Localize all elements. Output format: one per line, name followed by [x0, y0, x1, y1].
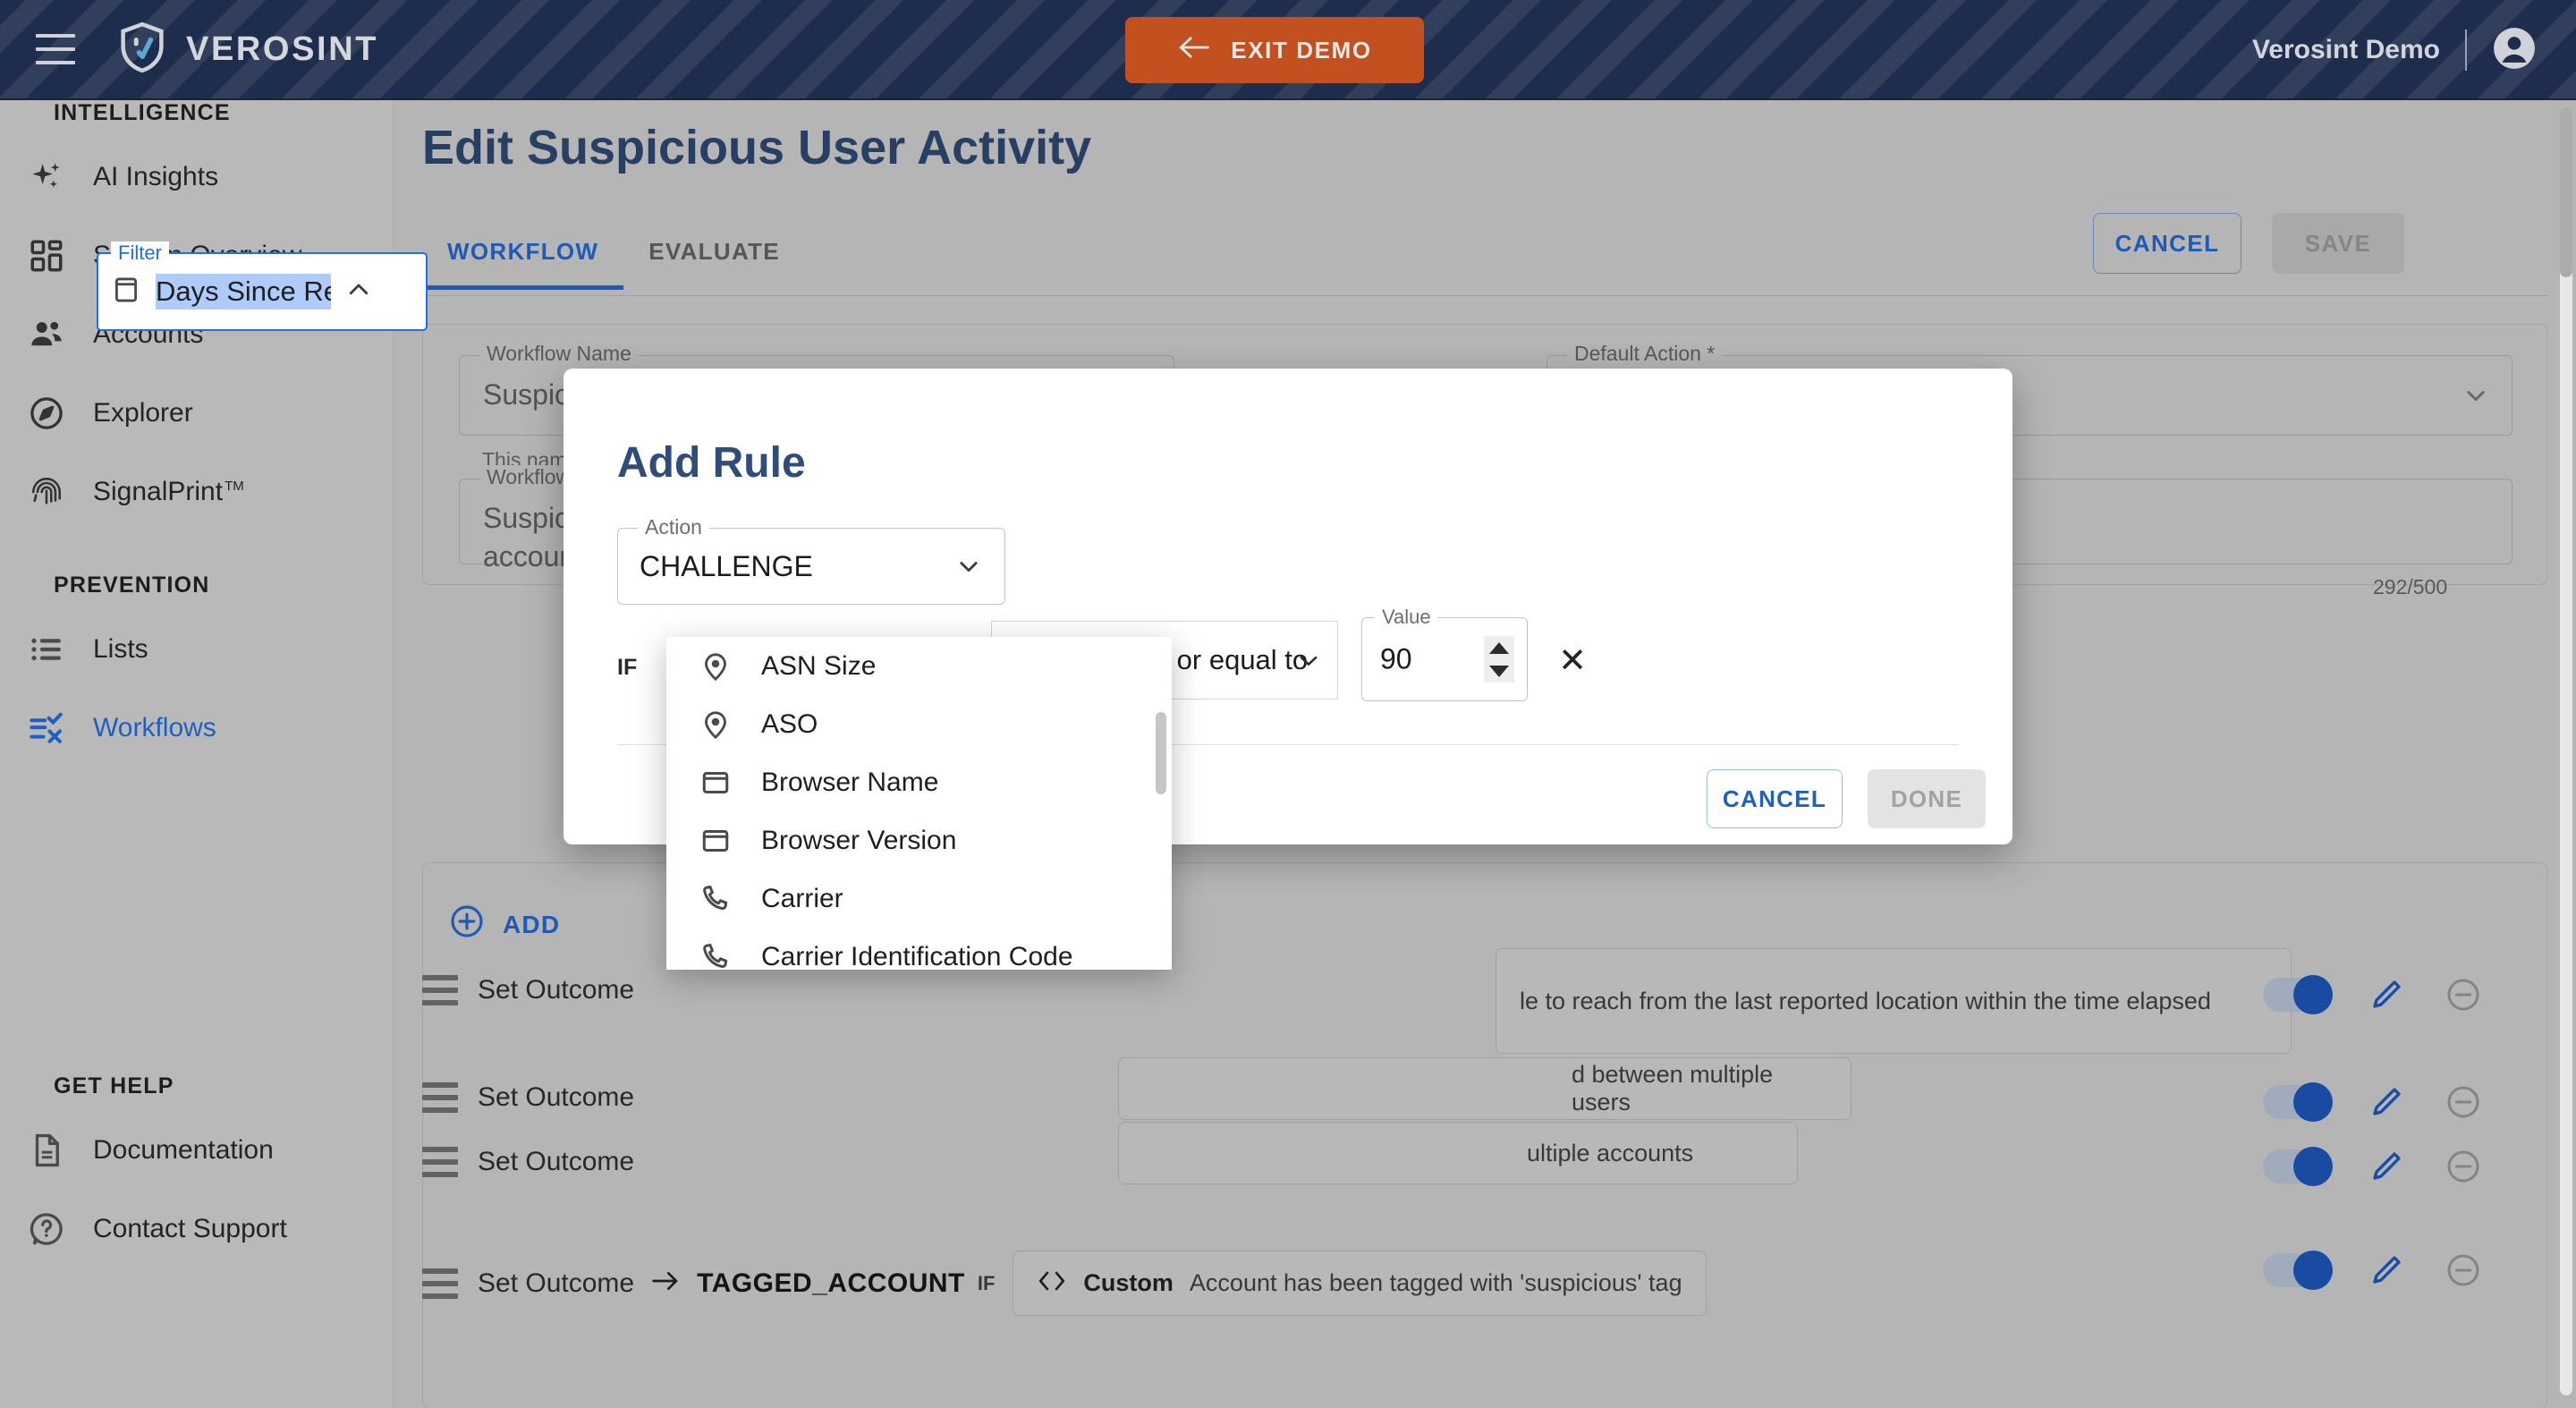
list-item-label: Carrier: [761, 883, 843, 913]
filter-options-dropdown[interactable]: ASN Size ASO Browser Name Browser Versio…: [666, 637, 1172, 970]
list-item-label: ASO: [761, 708, 818, 739]
value-input[interactable]: Value 90: [1361, 606, 1528, 701]
action-legend: Action: [638, 515, 709, 539]
list-item[interactable]: Browser Version: [666, 811, 1172, 869]
map-pin-icon: [699, 649, 733, 683]
brand-name: VEROSINT: [186, 30, 379, 68]
chevron-up-icon[interactable]: [345, 276, 372, 308]
list-item[interactable]: ASO: [666, 695, 1172, 753]
list-item-label: ASN Size: [761, 650, 877, 681]
dashboard-grid-icon: [27, 236, 66, 276]
fingerprint-icon: [27, 472, 66, 512]
browser-window-icon: [111, 275, 141, 310]
remove-filter-button[interactable]: ✕: [1551, 639, 1594, 682]
filter-options-list: ASN Size ASO Browser Name Browser Versio…: [666, 637, 1172, 970]
dropdown-scrollbar-thumb[interactable]: [1156, 712, 1166, 794]
brand-logo[interactable]: VEROSINT: [118, 21, 378, 79]
user-name: Verosint Demo: [2251, 35, 2440, 64]
list-item[interactable]: Browser Name: [666, 753, 1172, 811]
question-chat-icon: [27, 1209, 66, 1249]
list-icon: [27, 630, 66, 669]
sidebar-item-label: Lists: [93, 634, 148, 664]
value-number: 90: [1380, 642, 1412, 675]
chevron-down-icon[interactable]: [1296, 648, 1321, 673]
sidebar-item-label: SignalPrint TM: [93, 477, 244, 506]
sidebar-item-label: Explorer: [93, 398, 193, 428]
exit-demo-label: EXIT DEMO: [1231, 36, 1372, 64]
sidebar-item-contact-support[interactable]: Contact Support: [0, 1191, 394, 1268]
list-item-label: Browser Version: [761, 825, 957, 855]
workflow-icon: [27, 708, 66, 748]
sidebar-item-lists[interactable]: Lists: [0, 611, 394, 688]
list-item[interactable]: Carrier: [666, 869, 1172, 928]
spinner-arrows-icon[interactable]: [1484, 636, 1514, 683]
phone-icon: [699, 882, 733, 916]
list-item[interactable]: Carrier Identification Code: [666, 928, 1172, 970]
phone-icon: [699, 940, 733, 971]
sidebar-item-workflows[interactable]: Workflows: [0, 690, 394, 767]
sidebar-item-label: AI Insights: [93, 162, 219, 191]
user-area: Verosint Demo: [2252, 0, 2537, 100]
action-value: CHALLENGE: [640, 550, 813, 582]
sidebar-section-intelligence-title: INTELLIGENCE: [54, 100, 231, 125]
sidebar-section-gethelp-title: GET HELP: [54, 1073, 174, 1098]
arrow-left-icon: [1177, 35, 1211, 66]
list-item[interactable]: ASN Size: [666, 637, 1172, 695]
filter-combobox[interactable]: Filter Days Since Rel: [97, 242, 428, 331]
top-header-bar: VEROSINT EXIT DEMO Verosint Demo: [0, 0, 2576, 100]
exit-demo-button[interactable]: EXIT DEMO: [1125, 17, 1424, 83]
people-icon: [27, 315, 66, 354]
document-icon: [27, 1131, 66, 1170]
dropdown-scrollbar[interactable]: [1156, 637, 1166, 970]
sidebar-item-ai-insights[interactable]: AI Insights: [0, 139, 394, 216]
if-label: IF: [617, 655, 638, 680]
filter-selected-text: Days Since Rel: [156, 274, 331, 310]
sidebar-item-label: Contact Support: [93, 1214, 287, 1243]
action-select[interactable]: Action CHALLENGE: [617, 515, 1005, 605]
value-legend: Value: [1375, 606, 1438, 629]
dialog-done-button[interactable]: DONE: [1868, 769, 1986, 828]
sidebar-item-signalprint[interactable]: SignalPrint TM: [0, 454, 394, 530]
sidebar-item-documentation[interactable]: Documentation: [0, 1112, 394, 1189]
list-item-label: Browser Name: [761, 767, 939, 797]
header-divider: [2465, 30, 2467, 71]
compass-icon: [27, 394, 66, 433]
trademark-mark: TM: [225, 479, 244, 494]
sparkle-icon: [27, 157, 66, 197]
chevron-down-icon[interactable]: [956, 554, 981, 579]
map-pin-icon: [699, 708, 733, 742]
sidebar-item-explorer[interactable]: Explorer: [0, 375, 394, 452]
sidebar-item-label: Workflows: [93, 713, 216, 742]
sidebar-item-label: Documentation: [93, 1135, 274, 1165]
user-avatar-icon[interactable]: [2492, 26, 2537, 75]
browser-window-icon: [699, 824, 733, 858]
sidebar-section-prevention-title: PREVENTION: [54, 573, 210, 598]
browser-window-icon: [699, 766, 733, 800]
shield-logo-icon: [118, 21, 166, 79]
list-item-label: Carrier Identification Code: [761, 941, 1073, 971]
filter-legend: Filter: [111, 242, 169, 265]
hamburger-menu-icon[interactable]: [36, 34, 75, 64]
dialog-title: Add Rule: [617, 439, 806, 487]
dialog-cancel-button[interactable]: CANCEL: [1707, 769, 1843, 828]
